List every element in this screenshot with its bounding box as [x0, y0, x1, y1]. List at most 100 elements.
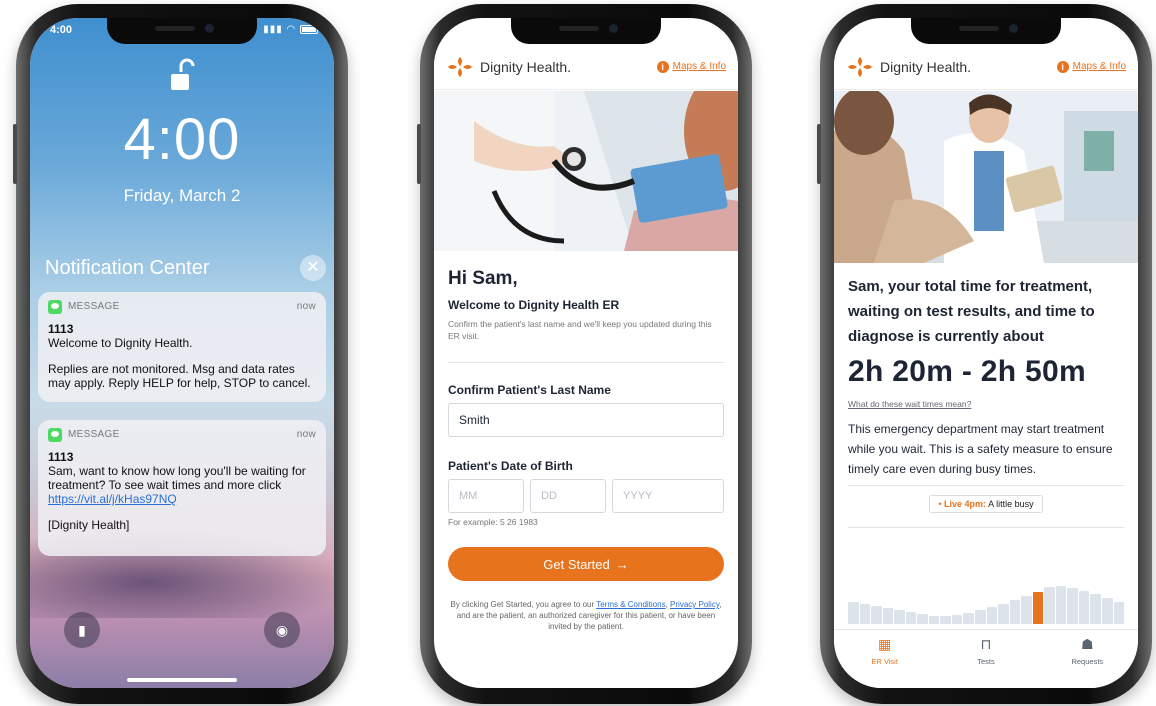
app-header: Dignity Health. i Maps & Info [434, 44, 738, 90]
brand-logo: Dignity Health. [446, 55, 571, 79]
last-name-label: Confirm Patient's Last Name [448, 383, 611, 397]
busyness-bar [1021, 596, 1032, 624]
flashlight-icon[interactable]: ▮ [64, 612, 100, 648]
notification-card[interactable]: MESSAGE now 1113 Welcome to Dignity Heal… [38, 292, 326, 402]
arrow-right-icon: → [615, 556, 629, 572]
legal-pre: By clicking Get Started, you agree to ou… [450, 600, 597, 609]
phone-wait-time: Dignity Health. i Maps & Info Sam, your … [817, 4, 1152, 704]
wait-headline: Sam, your total time for treatment, wait… [848, 278, 1095, 345]
busyness-bar [848, 602, 859, 624]
notification-card[interactable]: MESSAGE now 1113 Sam, want to know how l… [38, 420, 326, 556]
maps-info-label: Maps & Info [672, 61, 726, 72]
busyness-bar [928, 616, 940, 624]
maps-info-link[interactable]: i Maps & Info [656, 60, 726, 73]
busyness-bar [882, 608, 894, 624]
greeting: Hi Sam, [448, 268, 518, 289]
wifi-icon: ◠ [286, 24, 297, 35]
notification-header: MESSAGE now [48, 428, 316, 442]
busyness-bar [963, 613, 975, 624]
tab-requests[interactable]: ☗ Requests [1037, 630, 1138, 688]
tab-label: Requests [1071, 657, 1104, 666]
privacy-link[interactable]: Privacy Policy [670, 600, 719, 609]
notification-time: now [296, 301, 316, 312]
phone-lock-screen: 4:00 ▮▮▮ ◠ 4:00 Friday, March 2 Notifica… [13, 4, 348, 704]
brand-logo: Dignity Health. [846, 55, 971, 79]
busyness-bar [905, 612, 917, 624]
dob-inputs: MM DD YYYY [448, 479, 724, 513]
notch [511, 18, 661, 44]
last-name-input[interactable]: Smith [448, 403, 724, 437]
wait-body: This emergency department may start trea… [848, 422, 1113, 476]
notification-link[interactable]: https://vit.al/j/kHas97NQ [48, 492, 316, 506]
busyness-bar [1009, 600, 1021, 624]
notification-app: MESSAGE [68, 429, 120, 440]
tab-label: Tests [977, 657, 995, 666]
busyness-bar [859, 604, 871, 624]
notification-sender: 1113 [48, 450, 74, 464]
dignity-health-logo-icon [448, 56, 472, 77]
busyness-bar [1044, 587, 1055, 624]
wait-explainer-link[interactable]: What do these wait times mean? [848, 399, 1124, 409]
tab-bar: ▦ ER Visit ⊓ Tests ☗ Requests [834, 629, 1138, 688]
divider [848, 485, 1124, 486]
dignity-health-logo-icon [848, 56, 872, 77]
busyness-bar [1055, 586, 1067, 624]
signal-icon: ▮▮▮ [263, 24, 283, 35]
notification-footer: [Dignity Health] [48, 518, 130, 532]
brand-name: Dignity Health. [480, 58, 572, 75]
notification-time: now [296, 429, 316, 440]
messages-app-icon [48, 300, 62, 314]
lock-date: Friday, March 2 [123, 186, 241, 205]
live-label: Live 4pm: [944, 499, 987, 509]
camera-icon[interactable]: ◉ [264, 612, 300, 648]
busyness-bar [975, 610, 986, 624]
divider [848, 527, 1124, 528]
welcome-title: Welcome to Dignity Health ER [448, 298, 620, 312]
tab-er-visit[interactable]: ▦ ER Visit [834, 630, 935, 688]
hero-photo-doctor-patient [834, 91, 1138, 263]
legal-text: By clicking Get Started, you agree to ou… [448, 599, 724, 632]
hero-photo-blood-pressure [434, 91, 738, 251]
busyness-bar [986, 607, 998, 624]
dob-year-input[interactable]: YYYY [612, 479, 724, 513]
lock-screen: 4:00 ▮▮▮ ◠ 4:00 Friday, March 2 Notifica… [30, 18, 334, 688]
busyness-bar [1090, 594, 1102, 624]
dob-hint: For example: 5 26 1983 [448, 517, 538, 527]
test-tube-icon: ⊓ [980, 636, 992, 652]
busyness-bar [998, 604, 1009, 624]
tab-tests[interactable]: ⊓ Tests [935, 630, 1036, 688]
requests-icon: ☗ [1081, 636, 1094, 652]
notch [911, 18, 1061, 44]
maps-info-label: Maps & Info [1072, 61, 1126, 72]
live-dot-icon: • [938, 499, 942, 509]
wait-time-content: Sam, your total time for treatment, wait… [834, 274, 1138, 528]
busyness-chart [848, 584, 1125, 624]
busyness-bar [1102, 598, 1113, 624]
dob-day-input[interactable]: DD [530, 479, 606, 513]
busyness-bar [871, 606, 882, 624]
tab-label: ER Visit [871, 657, 898, 666]
live-status: A little busy [988, 499, 1034, 509]
home-indicator[interactable] [127, 678, 237, 682]
busyness-bar [917, 614, 928, 624]
info-icon: i [1056, 60, 1069, 73]
busyness-bar [951, 615, 963, 624]
app-header: Dignity Health. i Maps & Info [834, 44, 1138, 90]
busyness-bar [894, 610, 905, 624]
busyness-bar [1078, 591, 1090, 624]
notification-sender: 1113 [48, 322, 74, 336]
calendar-icon: ▦ [878, 636, 892, 652]
notification-center-title: Notification Center [45, 257, 210, 279]
terms-link[interactable]: Terms & Conditions [596, 600, 665, 609]
close-icon[interactable]: ✕ [300, 255, 326, 281]
brand-name: Dignity Health. [880, 58, 972, 75]
battery-icon [300, 24, 318, 34]
notification-line: Welcome to Dignity Health. [48, 336, 193, 350]
signup-form: Hi Sam, Welcome to Dignity Health ER Con… [434, 268, 738, 632]
divider [448, 362, 724, 363]
get-started-button[interactable]: Get Started → [448, 547, 724, 581]
dob-month-input[interactable]: MM [448, 479, 524, 513]
busyness-bar [940, 616, 951, 624]
notification-line: Replies are not monitored. Msg and data … [48, 362, 311, 390]
maps-info-link[interactable]: i Maps & Info [1056, 60, 1126, 73]
